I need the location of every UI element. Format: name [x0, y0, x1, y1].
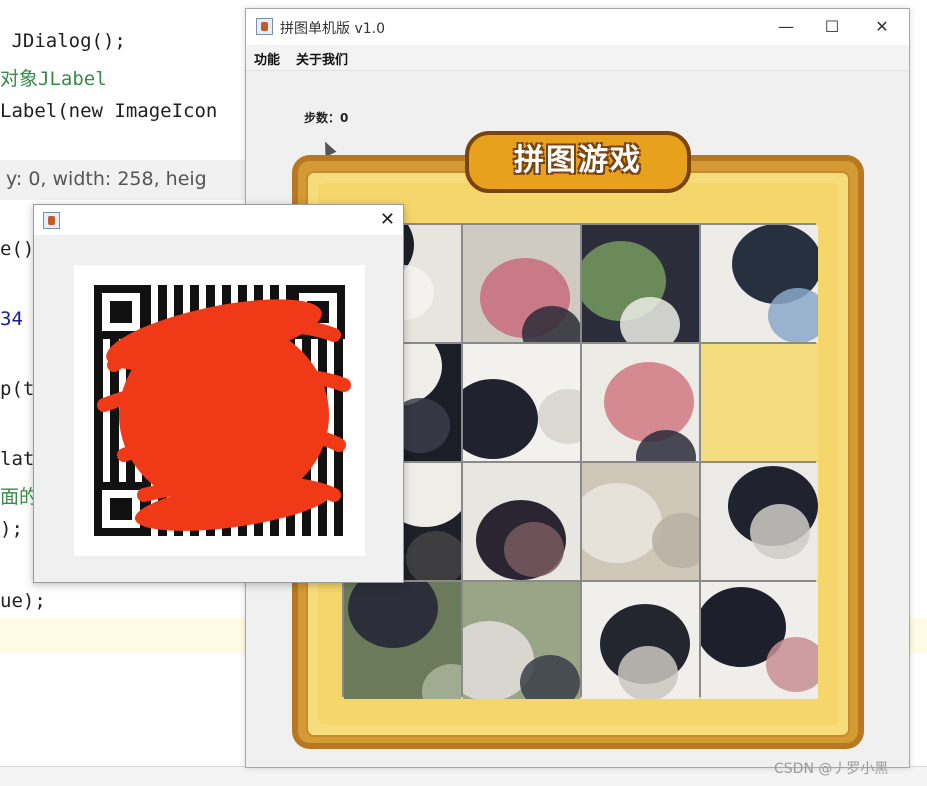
- tile-highlight: [768, 288, 818, 342]
- tile-highlight: [538, 389, 580, 444]
- tile-highlight: [422, 664, 461, 699]
- java-icon: [43, 212, 60, 229]
- tile-highlight: [520, 655, 580, 699]
- menu-bar: 功能 关于我们: [246, 45, 909, 71]
- menu-about-us[interactable]: 关于我们: [296, 49, 348, 68]
- tile-shade: [348, 582, 438, 648]
- dialog-titlebar[interactable]: ✕: [34, 205, 403, 235]
- code-line-4: y: 0, width: 258, heig: [0, 168, 207, 190]
- code-line-7: p(t: [0, 378, 35, 400]
- puzzle-tile[interactable]: [701, 225, 818, 342]
- qr-code-dialog: ✕: [33, 204, 404, 583]
- code-line-6: 34: [0, 308, 23, 330]
- qr-image-card: [74, 265, 365, 556]
- tile-highlight: [504, 522, 564, 577]
- code-line-1: JDialog();: [0, 30, 126, 52]
- tile-highlight: [750, 504, 810, 559]
- board-title-banner: 拼图游戏: [465, 131, 691, 193]
- puzzle-tile[interactable]: [463, 344, 580, 461]
- watermark-text: CSDN @丿罗小黑: [774, 761, 889, 777]
- tile-shade: [463, 379, 538, 459]
- puzzle-tile[interactable]: [463, 225, 580, 342]
- puzzle-grid: [342, 223, 818, 699]
- window-titlebar[interactable]: 拼图单机版 v1.0 — ☐ ✕: [246, 9, 909, 45]
- tile-highlight: [766, 637, 818, 692]
- window-title: 拼图单机版 v1.0: [280, 21, 385, 37]
- tile-highlight: [620, 297, 680, 342]
- code-line-10: );: [0, 518, 23, 540]
- maximize-button[interactable]: ☐: [809, 13, 855, 41]
- dialog-close-button[interactable]: ✕: [380, 209, 395, 230]
- tile-highlight: [406, 531, 461, 580]
- code-line-3: Label(new ImageIcon: [0, 100, 218, 122]
- tile-highlight: [652, 513, 699, 568]
- puzzle-tile[interactable]: [701, 463, 818, 580]
- code-line-5: e(): [0, 238, 35, 260]
- step-counter: 步数：0: [304, 111, 349, 125]
- tile-shade: [582, 483, 662, 563]
- code-line-8: lat: [0, 448, 35, 470]
- puzzle-tile[interactable]: [582, 463, 699, 580]
- java-icon: [256, 18, 273, 35]
- code-line-11: ue);: [0, 590, 46, 612]
- tile-shade: [604, 362, 694, 442]
- puzzle-tile[interactable]: [463, 463, 580, 580]
- puzzle-tile[interactable]: [582, 582, 699, 699]
- puzzle-tile-blank[interactable]: [701, 344, 818, 461]
- puzzle-tile[interactable]: [582, 344, 699, 461]
- puzzle-tile[interactable]: [582, 225, 699, 342]
- puzzle-tile[interactable]: [344, 582, 461, 699]
- close-button[interactable]: ✕: [859, 13, 905, 41]
- code-line-2: 对象JLabel: [0, 68, 107, 90]
- puzzle-tile[interactable]: [701, 582, 818, 699]
- minimize-button[interactable]: —: [763, 13, 809, 41]
- puzzle-tile[interactable]: [463, 582, 580, 699]
- red-scribble-overlay: [97, 299, 351, 531]
- tile-highlight: [618, 646, 678, 699]
- menu-function[interactable]: 功能: [254, 49, 280, 68]
